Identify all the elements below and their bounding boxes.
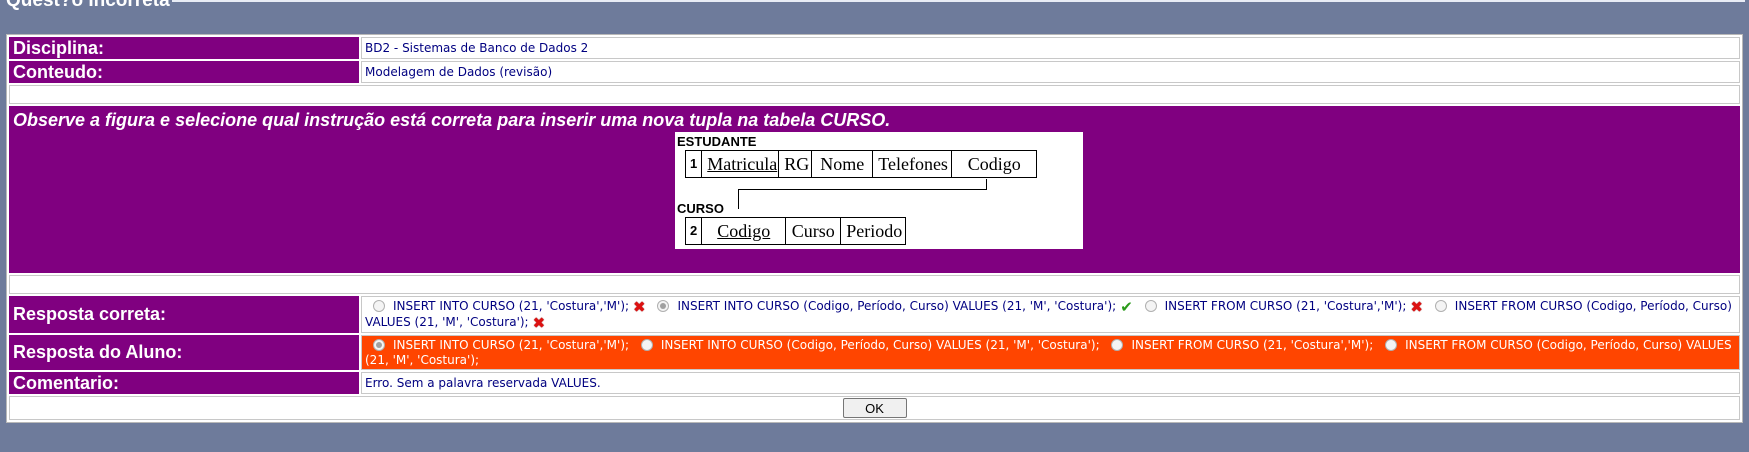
label-conteudo: Conteudo:	[9, 61, 359, 83]
question-cell: Observe a figura e selecione qual instru…	[9, 106, 1740, 273]
question-fieldset: Quest?o Incorreta Disciplina: BD2 - Sist…	[0, 0, 1745, 440]
correct-option-2: INSERT INTO CURSO (Codigo, Período, Curs…	[649, 298, 1133, 316]
x-icon: ✖	[633, 298, 646, 316]
fk-connector-top	[738, 179, 987, 190]
figure-table2-row: 2 Codigo Curso Periodo	[685, 217, 907, 245]
figure-table2-col-periodo: Periodo	[840, 218, 905, 244]
student-option-3: INSERT FROM CURSO (21, 'Costura','M');	[1103, 338, 1373, 352]
student-option-2: INSERT INTO CURSO (Codigo, Período, Curs…	[633, 338, 1100, 352]
figure-table1-col-codigo: Codigo	[951, 151, 1036, 177]
question-table: Disciplina: BD2 - Sistemas de Banco de D…	[6, 34, 1743, 423]
radio-correct-4[interactable]	[1434, 300, 1447, 312]
value-comentario: Erro. Sem a palavra reservada VALUES.	[361, 372, 1740, 394]
row-blank-1	[9, 85, 1740, 104]
radio-student-4[interactable]	[1385, 339, 1398, 351]
value-disciplina: BD2 - Sistemas de Banco de Dados 2	[361, 37, 1740, 59]
figure-table1-num: 1	[690, 156, 698, 171]
correct-option-3-text: INSERT FROM CURSO (21, 'Costura','M');	[1164, 299, 1407, 313]
label-resposta-aluno: Resposta do Aluno:	[9, 335, 359, 370]
figure-table2-col-codigo: Codigo	[701, 218, 785, 244]
correct-option-1-text: INSERT INTO CURSO (21, 'Costura','M');	[393, 299, 630, 313]
figure-table2-col-curso: Curso	[785, 218, 840, 244]
er-figure: ESTUDANTE 1 Matricula RG Nome Telefones …	[675, 132, 1083, 249]
student-option-2-text: INSERT INTO CURSO (Codigo, Período, Curs…	[660, 338, 1100, 352]
row-disciplina: Disciplina: BD2 - Sistemas de Banco de D…	[9, 37, 1740, 59]
row-resposta-correta: Resposta correta: INSERT INTO CURSO (21,…	[9, 296, 1740, 333]
x-icon: ✖	[532, 314, 546, 332]
radio-student-2[interactable]	[640, 339, 653, 351]
label-comentario: Comentario:	[9, 372, 359, 394]
ok-button[interactable]: OK	[842, 398, 907, 419]
blank-spacer	[9, 275, 1740, 294]
fk-connector-drop	[738, 189, 739, 209]
figure-table1-col-nome: Nome	[811, 151, 872, 177]
figure-table1-col-rg: RG	[778, 151, 811, 177]
radio-correct-2[interactable]	[657, 300, 670, 312]
label-disciplina: Disciplina:	[9, 37, 359, 59]
check-icon: ✔	[1120, 298, 1133, 316]
correct-option-3: INSERT FROM CURSO (21, 'Costura','M'); ✖	[1137, 298, 1423, 316]
row-ok: OK	[9, 396, 1740, 420]
row-conteudo: Conteudo: Modelagem de Dados (revisão)	[9, 61, 1740, 83]
fieldset-legend: Quest?o Incorreta	[0, 0, 172, 12]
value-conteudo: Modelagem de Dados (revisão)	[361, 61, 1740, 83]
student-option-3-text: INSERT FROM CURSO (21, 'Costura','M');	[1131, 338, 1374, 352]
row-resposta-aluno: Resposta do Aluno: INSERT INTO CURSO (21…	[9, 335, 1740, 370]
figure-table1-col-telefones: Telefones	[872, 151, 951, 177]
label-resposta-correta: Resposta correta:	[9, 296, 359, 333]
figure-table2-name: CURSO	[677, 201, 724, 216]
figure-table1-col-matricula: Matricula	[701, 151, 778, 177]
radio-student-1[interactable]	[373, 339, 385, 351]
student-options: INSERT INTO CURSO (21, 'Costura','M'); I…	[361, 335, 1740, 370]
correct-option-2-text: INSERT INTO CURSO (Codigo, Período, Curs…	[677, 299, 1117, 313]
figure-table1-name: ESTUDANTE	[677, 134, 757, 149]
row-question: Observe a figura e selecione qual instru…	[9, 106, 1740, 273]
question-text: Observe a figura e selecione qual instru…	[13, 110, 891, 130]
correct-option-1: INSERT INTO CURSO (21, 'Costura','M'); ✖	[365, 298, 646, 316]
student-option-1: INSERT INTO CURSO (21, 'Costura','M');	[365, 338, 629, 352]
x-icon: ✖	[1410, 298, 1423, 316]
ok-cell: OK	[9, 396, 1740, 420]
radio-correct-1[interactable]	[373, 300, 385, 312]
row-comentario: Comentario: Erro. Sem a palavra reservad…	[9, 372, 1740, 394]
blank-spacer	[9, 85, 1740, 104]
radio-student-3[interactable]	[1111, 339, 1124, 351]
correct-options: INSERT INTO CURSO (21, 'Costura','M'); ✖ …	[361, 296, 1740, 333]
row-blank-2	[9, 275, 1740, 294]
radio-correct-3[interactable]	[1144, 300, 1157, 312]
student-option-1-text: INSERT INTO CURSO (21, 'Costura','M');	[393, 338, 630, 352]
figure-table1-row: 1 Matricula RG Nome Telefones Codigo	[685, 150, 1038, 178]
figure-table2-num: 2	[690, 223, 698, 238]
